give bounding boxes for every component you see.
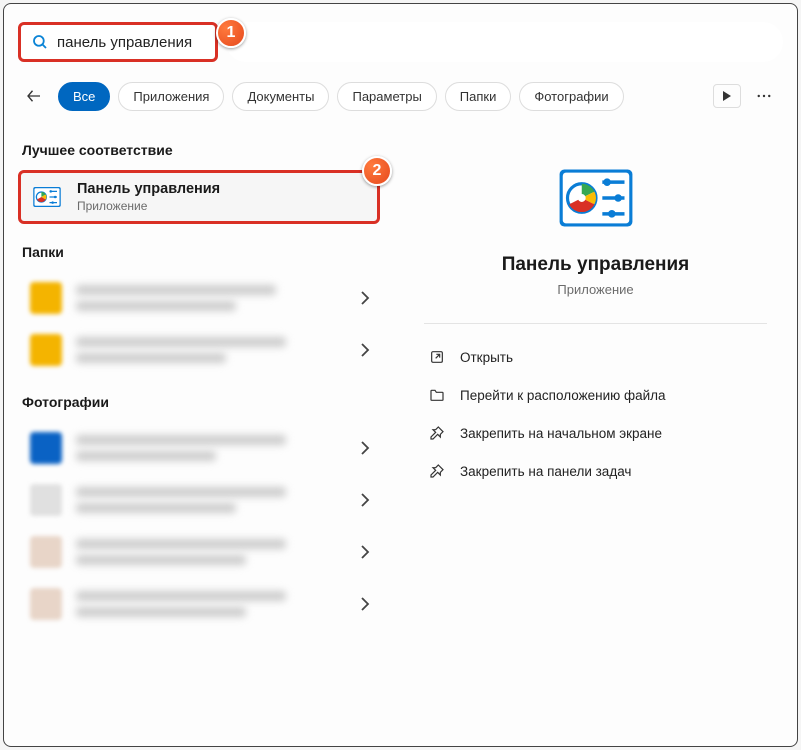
- result-text: Панель управления Приложение: [77, 181, 220, 213]
- folder-result-1[interactable]: [18, 272, 380, 324]
- section-photos: Фотографии: [22, 394, 380, 410]
- control-panel-icon: [31, 181, 63, 213]
- action-label: Закрепить на панели задач: [460, 464, 631, 479]
- photo-result-2[interactable]: [18, 474, 380, 526]
- detail-subtitle: Приложение: [557, 282, 633, 297]
- tab-apps[interactable]: Приложения: [118, 82, 224, 111]
- action-open[interactable]: Открыть: [424, 338, 767, 376]
- detail-panel: Панель управления Приложение Открыть: [394, 126, 797, 738]
- pin-icon: [428, 424, 446, 442]
- folder-icon: [30, 282, 62, 314]
- search-bar-extension: [226, 22, 783, 62]
- tab-photos[interactable]: Фотографии: [519, 82, 623, 111]
- photo-result-3[interactable]: [18, 526, 380, 578]
- folder-icon: [30, 334, 62, 366]
- chevron-right-icon: [360, 441, 370, 455]
- chevron-right-icon: [360, 597, 370, 611]
- photo-thumb: [30, 588, 62, 620]
- divider: [424, 323, 767, 324]
- more-options-button[interactable]: [755, 87, 773, 105]
- back-button[interactable]: [18, 80, 50, 112]
- callout-badge-1: 1: [216, 18, 246, 48]
- pin-icon: [428, 462, 446, 480]
- callout-badge-2: 2: [362, 156, 392, 186]
- search-box[interactable]: [18, 22, 218, 62]
- photo-thumb: [30, 536, 62, 568]
- detail-title: Панель управления: [502, 254, 690, 276]
- tab-settings[interactable]: Параметры: [337, 82, 436, 111]
- photo-result-1[interactable]: [18, 422, 380, 474]
- action-label: Закрепить на начальном экране: [460, 426, 662, 441]
- search-window: 1 2 Все Приложения Документы Параметры П…: [3, 3, 798, 747]
- open-icon: [428, 348, 446, 366]
- chevron-right-icon: [360, 291, 370, 305]
- result-subtitle: Приложение: [77, 199, 220, 213]
- results-panel: Лучшее соответствие: [4, 126, 394, 738]
- photo-thumb: [30, 484, 62, 516]
- tab-folders[interactable]: Папки: [445, 82, 512, 111]
- tab-documents[interactable]: Документы: [232, 82, 329, 111]
- section-folders: Папки: [22, 244, 380, 260]
- tab-all[interactable]: Все: [58, 82, 110, 111]
- folder-icon: [428, 386, 446, 404]
- detail-app-icon: [558, 160, 634, 236]
- chevron-right-icon: [360, 493, 370, 507]
- filter-tabs-row: Все Приложения Документы Параметры Папки…: [4, 62, 797, 126]
- action-pin-taskbar[interactable]: Закрепить на панели задач: [424, 452, 767, 490]
- action-list: Открыть Перейти к расположению файла Зак…: [424, 338, 767, 490]
- result-name: Панель управления: [77, 181, 220, 197]
- action-label: Открыть: [460, 350, 513, 365]
- search-row: [4, 4, 797, 62]
- photo-thumb: [30, 432, 62, 464]
- chevron-right-icon: [360, 545, 370, 559]
- chevron-right-icon: [360, 343, 370, 357]
- action-label: Перейти к расположению файла: [460, 388, 666, 403]
- folder-result-2[interactable]: [18, 324, 380, 376]
- content-area: Лучшее соответствие: [4, 126, 797, 738]
- play-button[interactable]: [713, 84, 741, 108]
- photo-result-4[interactable]: [18, 578, 380, 630]
- search-icon: [31, 33, 49, 51]
- section-best-match: Лучшее соответствие: [22, 142, 380, 158]
- action-open-location[interactable]: Перейти к расположению файла: [424, 376, 767, 414]
- action-pin-start[interactable]: Закрепить на начальном экране: [424, 414, 767, 452]
- best-match-result[interactable]: Панель управления Приложение: [18, 170, 380, 224]
